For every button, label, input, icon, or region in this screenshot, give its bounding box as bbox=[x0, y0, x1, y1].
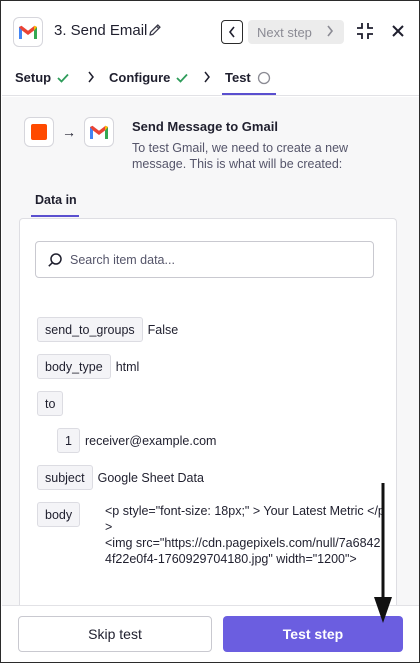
test-step-content: → Send Message to Gmail To test Gmail, w… bbox=[2, 97, 419, 605]
field-key[interactable]: subject bbox=[37, 465, 93, 490]
field-row-body-type: body_type html bbox=[37, 354, 139, 379]
field-row-send-to-groups: send_to_groups False bbox=[37, 317, 178, 342]
skip-test-button[interactable]: Skip test bbox=[18, 616, 212, 652]
tab-setup-label: Setup bbox=[15, 70, 52, 85]
search-icon bbox=[48, 253, 62, 267]
tab-configure[interactable]: Configure bbox=[109, 70, 189, 85]
panel-header: 3. Send Email Next step bbox=[2, 2, 419, 60]
arrow-right-icon: → bbox=[62, 124, 76, 140]
chevron-right-icon bbox=[88, 71, 94, 83]
search-input[interactable] bbox=[70, 250, 360, 270]
chevron-right-icon bbox=[327, 25, 334, 37]
close-icon[interactable] bbox=[390, 23, 406, 39]
field-key[interactable]: send_to_groups bbox=[37, 317, 143, 342]
field-value: Google Sheet Data bbox=[97, 470, 204, 485]
step-title: 3. Send Email bbox=[54, 22, 148, 39]
previous-step-button[interactable] bbox=[221, 20, 243, 44]
field-row-subject: subject Google Sheet Data bbox=[37, 465, 204, 490]
chevron-left-icon bbox=[228, 26, 235, 38]
field-row-body: body bbox=[37, 502, 85, 527]
tab-data-in[interactable]: Data in bbox=[35, 193, 77, 207]
pencil-icon[interactable] bbox=[148, 22, 162, 38]
tab-setup[interactable]: Setup bbox=[15, 70, 69, 85]
check-icon bbox=[57, 73, 69, 83]
data-in-panel: send_to_groups False body_type html to 1… bbox=[19, 218, 397, 605]
field-value: False bbox=[147, 322, 179, 337]
collapse-icon[interactable] bbox=[355, 21, 375, 41]
next-step-label: Next step bbox=[257, 24, 312, 40]
field-row-to-item: 1 receiver@example.com bbox=[57, 428, 216, 453]
active-tab-indicator bbox=[222, 93, 276, 95]
tab-test[interactable]: Test bbox=[225, 70, 271, 85]
panel-footer: Skip test Test step bbox=[2, 605, 419, 662]
step-navigation: Setup Configure Test bbox=[2, 60, 419, 96]
chevron-right-icon bbox=[204, 71, 210, 83]
field-key[interactable]: to bbox=[37, 391, 64, 416]
test-step-button[interactable]: Test step bbox=[223, 616, 403, 652]
action-description: To test Gmail, we need to create a new m… bbox=[132, 141, 349, 171]
search-field[interactable] bbox=[35, 241, 374, 278]
send-email-panel: 3. Send Email Next step Setup Configure … bbox=[0, 0, 420, 663]
next-step-button[interactable]: Next step bbox=[248, 20, 344, 44]
gmail-logo-icon bbox=[13, 17, 43, 47]
tab-configure-label: Configure bbox=[109, 70, 171, 85]
field-value-body: <p style="font-size: 18px;" > Your Lates… bbox=[105, 504, 385, 566]
field-value: receiver@example.com bbox=[84, 433, 217, 448]
action-title: Send Message to Gmail bbox=[132, 119, 278, 134]
check-icon bbox=[176, 73, 189, 83]
field-value: html bbox=[115, 359, 140, 374]
pending-circle-icon bbox=[257, 71, 270, 84]
field-index[interactable]: 1 bbox=[57, 428, 80, 453]
flow-icons: → bbox=[24, 117, 114, 147]
field-key[interactable]: body_type bbox=[37, 354, 111, 379]
gmail-logo-icon bbox=[84, 117, 114, 147]
field-key[interactable]: body bbox=[37, 502, 81, 527]
tab-test-label: Test bbox=[225, 70, 251, 85]
field-row-to: to bbox=[37, 391, 68, 416]
source-app-icon bbox=[24, 117, 54, 147]
source-app-square bbox=[31, 124, 47, 140]
data-in-tab-indicator bbox=[31, 215, 79, 217]
